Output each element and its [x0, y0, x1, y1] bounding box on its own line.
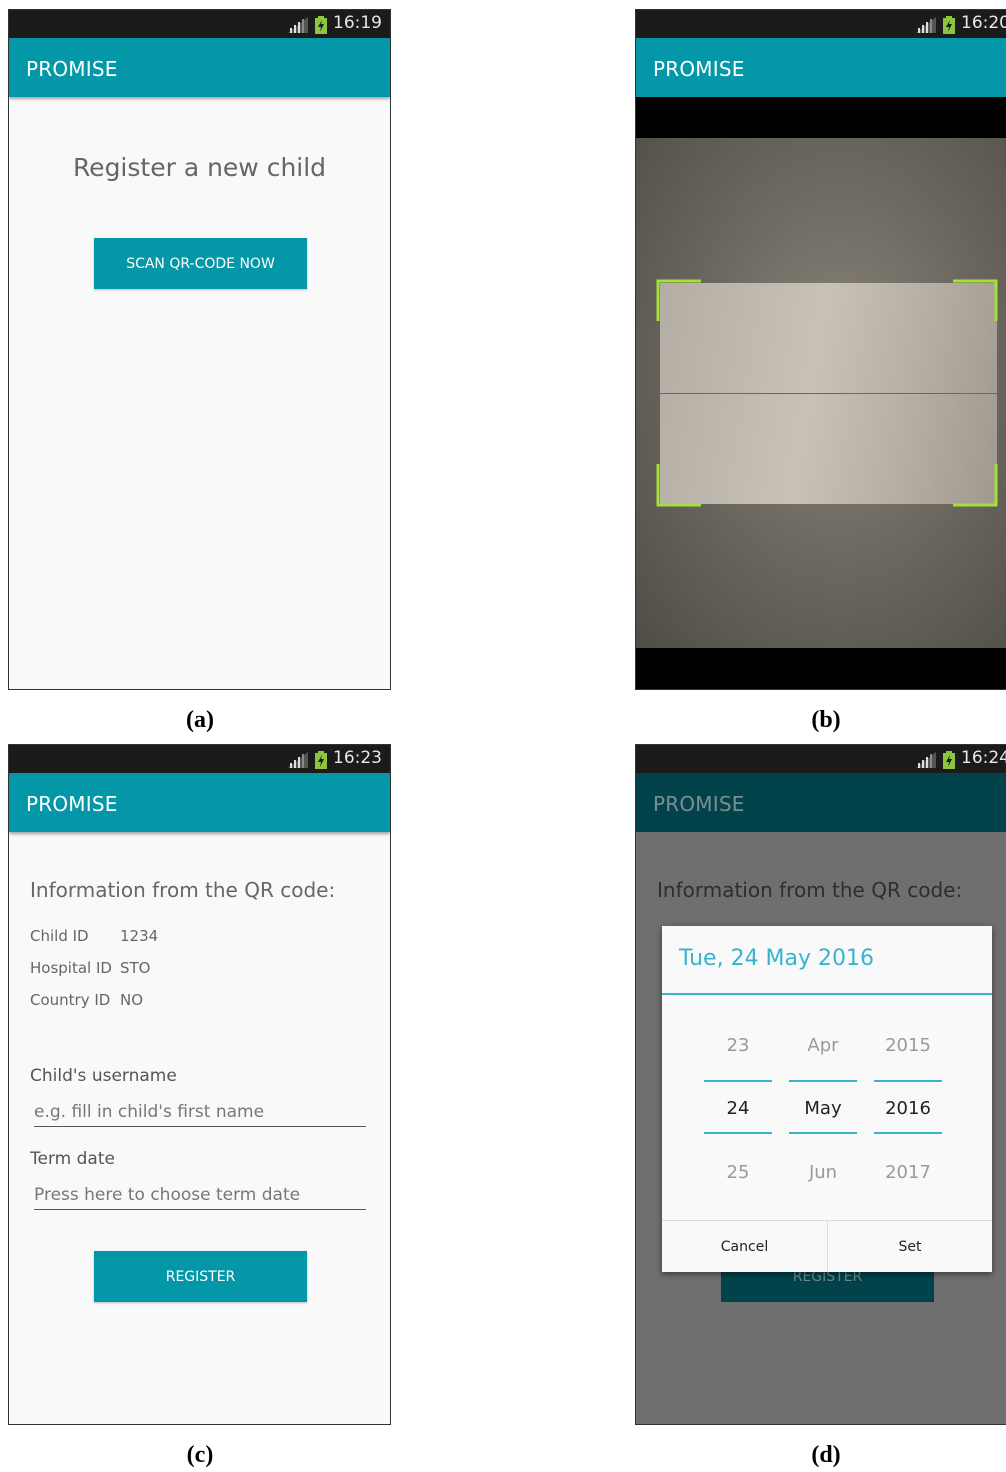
battery-charging-icon [315, 751, 327, 769]
day-next[interactable]: 25 [704, 1162, 772, 1183]
child-id-value: 1234 [120, 927, 159, 945]
app-title: PROMISE [26, 57, 118, 81]
battery-charging-icon [943, 751, 955, 769]
year-sel-bottom [874, 1132, 942, 1134]
cancel-button[interactable]: Cancel [662, 1221, 827, 1272]
app-title: PROMISE [26, 792, 118, 816]
term-date-label: Term date [30, 1149, 115, 1169]
day-prev[interactable]: 23 [704, 1035, 772, 1056]
dialog-title-divider [662, 993, 992, 995]
caption-a: (a) [186, 707, 214, 733]
app-title: PROMISE [653, 57, 745, 81]
app-title: PROMISE [653, 792, 745, 816]
app-bar: PROMISE [636, 773, 1006, 832]
hospital-id-label: Hospital ID [30, 959, 112, 977]
status-time: 16:20 [961, 13, 1006, 33]
status-bar: 16:23 [9, 745, 390, 773]
year-sel-top [874, 1080, 942, 1082]
dialog-title-date: Tue, 24 May 2016 [679, 946, 875, 971]
day-selected[interactable]: 24 [704, 1098, 772, 1119]
month-prev[interactable]: Apr [789, 1035, 857, 1056]
year-prev[interactable]: 2015 [874, 1035, 942, 1056]
status-bar: 16:19 [9, 10, 390, 38]
year-next[interactable]: 2017 [874, 1162, 942, 1183]
scan-qr-button[interactable]: SCAN QR-CODE NOW [94, 238, 307, 289]
status-time: 16:19 [333, 13, 382, 33]
date-picker-dialog: Tue, 24 May 2016 23 24 25 Apr May Jun 20… [662, 926, 992, 1272]
status-time: 16:24 [961, 748, 1006, 768]
page-heading: Register a new child [72, 153, 327, 182]
screen-b: 16:20 PROMISE [635, 9, 1006, 690]
camera-viewfinder[interactable] [636, 97, 1006, 689]
status-bar: 16:24 [636, 745, 1006, 773]
qr-info-heading: Information from the QR code: [657, 878, 963, 902]
day-sel-top [704, 1080, 772, 1082]
month-next[interactable]: Jun [789, 1162, 857, 1183]
scanner-frame-corners [656, 279, 998, 507]
signal-icon [916, 752, 936, 768]
caption-c: (c) [186, 1442, 214, 1468]
main-content: Information from the QR code: Child ID 1… [9, 832, 390, 1424]
camera-preview [636, 138, 1006, 648]
signal-icon [288, 752, 308, 768]
status-bar: 16:20 [636, 10, 1006, 38]
battery-charging-icon [315, 16, 327, 34]
register-button[interactable]: REGISTER [94, 1251, 307, 1302]
month-sel-bottom [789, 1132, 857, 1134]
year-selected[interactable]: 2016 [874, 1098, 942, 1119]
caption-d: (d) [811, 1442, 841, 1468]
screen-d: 16:24 PROMISE Information from the QR co… [635, 744, 1006, 1425]
child-id-label: Child ID [30, 927, 89, 945]
username-input[interactable] [34, 1102, 366, 1127]
signal-icon [288, 17, 308, 33]
day-sel-bottom [704, 1132, 772, 1134]
app-bar: PROMISE [9, 773, 390, 832]
term-date-input[interactable] [34, 1185, 366, 1210]
country-id-label: Country ID [30, 991, 111, 1009]
set-button[interactable]: Set [828, 1221, 992, 1272]
main-content: Register a new child SCAN QR-CODE NOW [9, 97, 390, 689]
username-label: Child's username [30, 1066, 177, 1086]
hospital-id-value: STO [120, 959, 151, 977]
screen-a: 16:19 PROMISE Register a new child SCAN … [8, 9, 391, 690]
status-time: 16:23 [333, 748, 382, 768]
country-id-value: NO [120, 991, 144, 1009]
qr-info-heading: Information from the QR code: [30, 878, 336, 902]
month-sel-top [789, 1080, 857, 1082]
signal-icon [916, 17, 936, 33]
screen-c: 16:23 PROMISE Information from the QR co… [8, 744, 391, 1425]
caption-b: (b) [811, 707, 841, 733]
app-bar: PROMISE [636, 38, 1006, 97]
app-bar: PROMISE [9, 38, 390, 97]
battery-charging-icon [943, 16, 955, 34]
month-selected[interactable]: May [789, 1098, 857, 1119]
